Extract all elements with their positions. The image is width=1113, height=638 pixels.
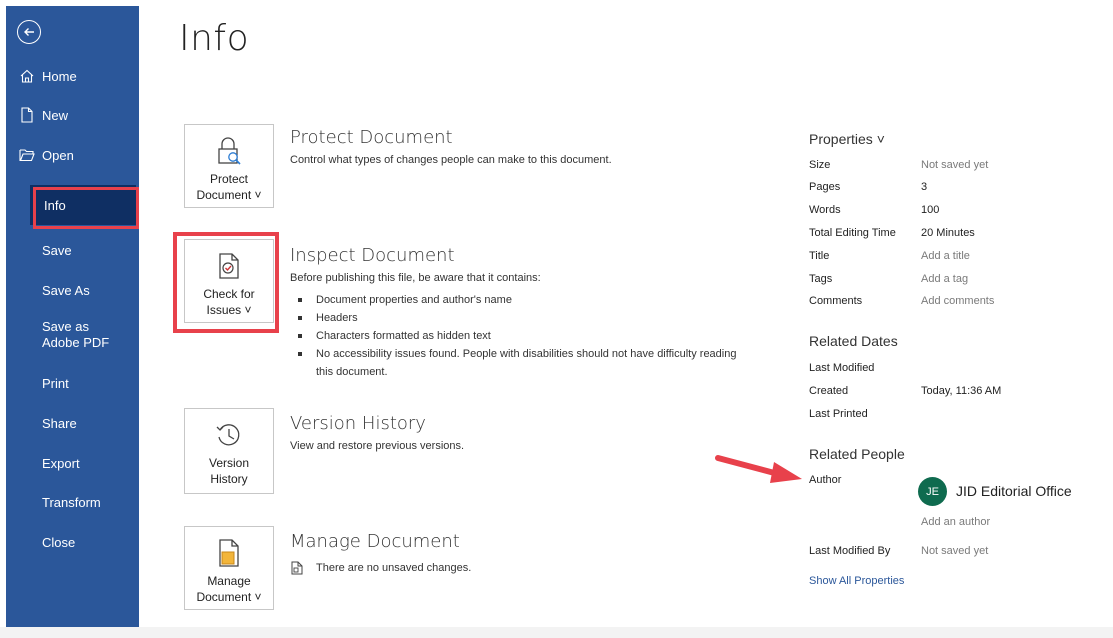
nav-open-label: Open: [42, 147, 74, 163]
backstage-sidebar: Home New Open Save Save As Save as Adobe…: [6, 6, 139, 627]
lock-icon: [215, 135, 243, 167]
check-for-issues-highlight-box: [173, 232, 279, 333]
list-item: No accessibility issues found. People wi…: [298, 345, 738, 381]
list-item: Headers: [298, 309, 738, 327]
created-value: Today, 11:36 AM: [921, 385, 1002, 397]
nav-save-as[interactable]: Save As: [6, 280, 139, 300]
home-icon: [18, 68, 36, 84]
manage-document-line1: Manage: [207, 574, 251, 588]
avatar[interactable]: JE: [918, 477, 947, 506]
related-people-heading: Related People: [809, 446, 905, 462]
prop-pages-label: Pages: [809, 181, 841, 193]
nav-home-label: Home: [42, 68, 77, 84]
nav-close-label: Close: [42, 534, 76, 550]
nav-new[interactable]: New: [6, 105, 139, 125]
prop-title-input[interactable]: Add a title: [921, 250, 970, 262]
protect-document-title: Protect Document: [290, 127, 453, 148]
protect-document-line2: Document ˅: [196, 188, 262, 202]
prop-tags-label: Tags: [809, 273, 833, 285]
inspect-document-title: Inspect Document: [290, 245, 455, 266]
version-history-button[interactable]: Version History: [184, 408, 274, 494]
nav-save-as-adobe-pdf[interactable]: Save as Adobe PDF: [6, 319, 139, 355]
last-modified-by-value: Not saved yet: [921, 545, 989, 557]
nav-close[interactable]: Close: [6, 532, 139, 552]
nav-export[interactable]: Export: [6, 453, 139, 473]
prop-title-label: Title: [809, 250, 830, 262]
manage-document-line2: Document ˅: [196, 590, 262, 604]
last-printed-label: Last Printed: [809, 408, 868, 420]
nav-print-label: Print: [42, 375, 69, 391]
new-document-icon: [18, 107, 36, 123]
list-item: Characters formatted as hidden text: [298, 327, 738, 345]
manage-document-description: There are no unsaved changes.: [316, 562, 472, 574]
version-history-line2: History: [210, 472, 248, 486]
nav-save-as-adobe-pdf-label: Save as Adobe PDF: [42, 319, 110, 350]
inspect-findings-list: Document properties and author's name He…: [298, 291, 738, 381]
version-history-description: View and restore previous versions.: [290, 440, 465, 452]
prop-editing-time-label: Total Editing Time: [809, 227, 896, 239]
nav-transform-label: Transform: [42, 494, 101, 510]
history-clock-icon: [215, 419, 243, 451]
inspect-document-description: Before publishing this file, be aware th…: [290, 272, 541, 284]
author-label: Author: [809, 474, 842, 486]
prop-size-value: Not saved yet: [921, 159, 989, 171]
nav-share-label: Share: [42, 415, 77, 431]
annotation-arrow-icon: [715, 455, 802, 483]
prop-editing-time-value: 20 Minutes: [921, 227, 975, 239]
nav-export-label: Export: [42, 455, 80, 471]
nav-home[interactable]: Home: [6, 66, 139, 86]
manage-document-title: Manage Document: [290, 531, 460, 552]
window-bottom-border: [0, 627, 1113, 638]
protect-document-button[interactable]: Protect Document ˅: [184, 124, 274, 208]
manage-document-icon: [215, 537, 243, 569]
prop-words-label: Words: [809, 204, 841, 216]
author-name[interactable]: JID Editorial Office: [956, 483, 1072, 499]
back-arrow-icon: [24, 28, 34, 36]
version-history-title: Version History: [290, 413, 426, 434]
nav-share[interactable]: Share: [6, 413, 139, 433]
nav-new-label: New: [42, 107, 69, 123]
protect-document-description: Control what types of changes people can…: [290, 154, 612, 166]
prop-comments-input[interactable]: Add comments: [921, 295, 994, 307]
page-title: Info: [179, 18, 250, 59]
nav-save-as-label: Save As: [42, 282, 90, 298]
manage-document-button[interactable]: Manage Document ˅: [184, 526, 274, 610]
related-dates-heading: Related Dates: [809, 333, 898, 349]
nav-open[interactable]: Open: [6, 145, 139, 165]
prop-tags-input[interactable]: Add a tag: [921, 273, 968, 285]
last-modified-label: Last Modified: [809, 362, 875, 374]
document-status-icon: [291, 561, 303, 575]
version-history-line1: Version: [208, 456, 250, 470]
info-highlight-box: [33, 187, 139, 229]
last-modified-by-label: Last Modified By: [809, 545, 891, 557]
nav-transform[interactable]: Transform: [6, 492, 139, 512]
nav-save[interactable]: Save: [6, 240, 139, 260]
prop-pages-value: 3: [921, 181, 928, 193]
back-arrow-button[interactable]: [17, 20, 41, 44]
show-all-properties-link[interactable]: Show All Properties: [809, 575, 904, 587]
protect-document-line1: Protect: [209, 172, 248, 186]
window-top-border: [0, 0, 1113, 6]
nav-print[interactable]: Print: [6, 373, 139, 393]
list-item: Document properties and author's name: [298, 291, 738, 309]
add-author-input[interactable]: Add an author: [921, 516, 990, 528]
properties-dropdown[interactable]: Properties ˅: [809, 131, 885, 147]
prop-words-value: 100: [921, 204, 940, 216]
nav-save-label: Save: [42, 242, 72, 258]
created-label: Created: [809, 385, 849, 397]
open-folder-icon: [18, 148, 36, 162]
prop-size-label: Size: [809, 159, 831, 171]
prop-comments-label: Comments: [809, 295, 863, 307]
